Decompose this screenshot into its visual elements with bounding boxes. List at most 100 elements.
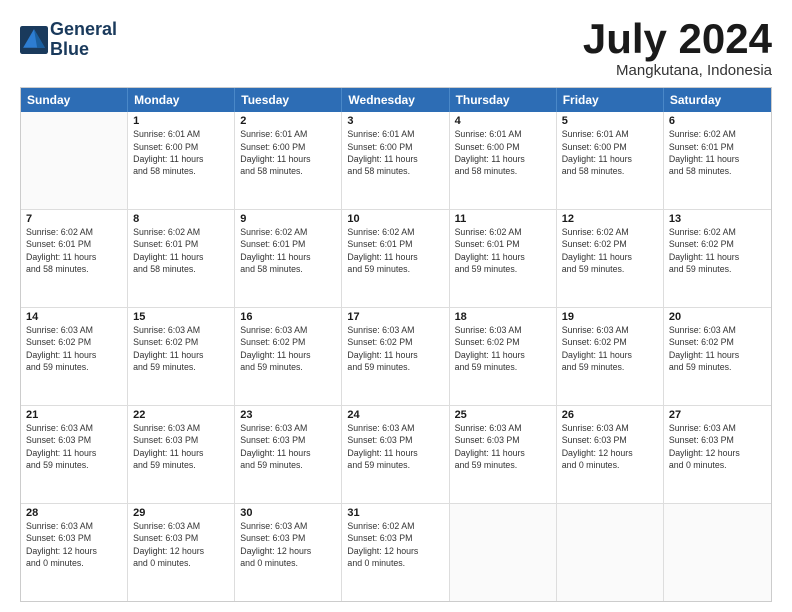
day-number: 6: [669, 115, 766, 127]
day-info: Sunrise: 6:03 AMSunset: 6:02 PMDaylight:…: [455, 324, 551, 373]
day-number: 24: [347, 409, 443, 421]
day-number: 16: [240, 311, 336, 323]
table-row: 2Sunrise: 6:01 AMSunset: 6:00 PMDaylight…: [235, 112, 342, 209]
day-number: 1: [133, 115, 229, 127]
day-number: 11: [455, 213, 551, 225]
table-row: 20Sunrise: 6:03 AMSunset: 6:02 PMDayligh…: [664, 308, 771, 405]
day-info: Sunrise: 6:01 AMSunset: 6:00 PMDaylight:…: [133, 128, 229, 177]
table-row: [664, 504, 771, 601]
table-row: 24Sunrise: 6:03 AMSunset: 6:03 PMDayligh…: [342, 406, 449, 503]
calendar-page: General Blue July 2024 Mangkutana, Indon…: [0, 0, 792, 612]
day-info: Sunrise: 6:03 AMSunset: 6:02 PMDaylight:…: [26, 324, 122, 373]
day-number: 13: [669, 213, 766, 225]
day-info: Sunrise: 6:03 AMSunset: 6:03 PMDaylight:…: [562, 422, 658, 471]
day-info: Sunrise: 6:02 AMSunset: 6:03 PMDaylight:…: [347, 520, 443, 569]
day-number: 4: [455, 115, 551, 127]
page-header: General Blue July 2024 Mangkutana, Indon…: [20, 16, 772, 79]
day-info: Sunrise: 6:02 AMSunset: 6:02 PMDaylight:…: [562, 226, 658, 275]
table-row: 6Sunrise: 6:02 AMSunset: 6:01 PMDaylight…: [664, 112, 771, 209]
header-cell-wednesday: Wednesday: [342, 88, 449, 112]
day-info: Sunrise: 6:02 AMSunset: 6:01 PMDaylight:…: [455, 226, 551, 275]
day-info: Sunrise: 6:03 AMSunset: 6:02 PMDaylight:…: [669, 324, 766, 373]
day-number: 8: [133, 213, 229, 225]
day-number: 10: [347, 213, 443, 225]
day-number: 31: [347, 507, 443, 519]
day-info: Sunrise: 6:03 AMSunset: 6:02 PMDaylight:…: [133, 324, 229, 373]
table-row: 13Sunrise: 6:02 AMSunset: 6:02 PMDayligh…: [664, 210, 771, 307]
logo-icon: [20, 26, 48, 54]
day-number: 26: [562, 409, 658, 421]
table-row: [21, 112, 128, 209]
table-row: 17Sunrise: 6:03 AMSunset: 6:02 PMDayligh…: [342, 308, 449, 405]
day-info: Sunrise: 6:03 AMSunset: 6:03 PMDaylight:…: [347, 422, 443, 471]
day-info: Sunrise: 6:03 AMSunset: 6:02 PMDaylight:…: [562, 324, 658, 373]
calendar-week-5: 28Sunrise: 6:03 AMSunset: 6:03 PMDayligh…: [21, 504, 771, 601]
header-cell-monday: Monday: [128, 88, 235, 112]
day-number: 15: [133, 311, 229, 323]
day-info: Sunrise: 6:03 AMSunset: 6:03 PMDaylight:…: [133, 520, 229, 569]
day-info: Sunrise: 6:03 AMSunset: 6:03 PMDaylight:…: [133, 422, 229, 471]
day-info: Sunrise: 6:03 AMSunset: 6:03 PMDaylight:…: [240, 422, 336, 471]
calendar-week-1: 1Sunrise: 6:01 AMSunset: 6:00 PMDaylight…: [21, 112, 771, 210]
table-row: 31Sunrise: 6:02 AMSunset: 6:03 PMDayligh…: [342, 504, 449, 601]
day-number: 18: [455, 311, 551, 323]
table-row: 21Sunrise: 6:03 AMSunset: 6:03 PMDayligh…: [21, 406, 128, 503]
calendar-header: SundayMondayTuesdayWednesdayThursdayFrid…: [21, 88, 771, 112]
table-row: 14Sunrise: 6:03 AMSunset: 6:02 PMDayligh…: [21, 308, 128, 405]
day-number: 7: [26, 213, 122, 225]
day-number: 3: [347, 115, 443, 127]
table-row: [450, 504, 557, 601]
day-info: Sunrise: 6:01 AMSunset: 6:00 PMDaylight:…: [455, 128, 551, 177]
day-number: 5: [562, 115, 658, 127]
day-info: Sunrise: 6:02 AMSunset: 6:02 PMDaylight:…: [669, 226, 766, 275]
calendar-week-4: 21 Sunrise: 6:03 AMSunset: 6:03 PMDayligh…: [21, 406, 771, 504]
table-row: 11Sunrise: 6:02 AMSunset: 6:01 PMDayligh…: [450, 210, 557, 307]
day-number: 12: [562, 213, 658, 225]
header-cell-saturday: Saturday: [664, 88, 771, 112]
day-number: 17: [347, 311, 443, 323]
day-info: Sunrise: 6:02 AMSunset: 6:01 PMDaylight:…: [669, 128, 766, 177]
table-row: 5Sunrise: 6:01 AMSunset: 6:00 PMDaylight…: [557, 112, 664, 209]
header-cell-thursday: Thursday: [450, 88, 557, 112]
table-row: 10Sunrise: 6:02 AMSunset: 6:01 PMDayligh…: [342, 210, 449, 307]
day-info: Sunrise: 6:01 AMSunset: 6:00 PMDaylight:…: [240, 128, 336, 177]
table-row: 18Sunrise: 6:03 AMSunset: 6:02 PMDayligh…: [450, 308, 557, 405]
calendar-body: 1Sunrise: 6:01 AMSunset: 6:00 PMDaylight…: [21, 112, 771, 601]
table-row: 22Sunrise: 6:03 AMSunset: 6:03 PMDayligh…: [128, 406, 235, 503]
day-info: Sunrise: 6:01 AMSunset: 6:00 PMDaylight:…: [347, 128, 443, 177]
day-info: Sunrise: 6:02 AMSunset: 6:01 PMDaylight:…: [133, 226, 229, 275]
day-info: Sunrise: 6:03 AMSunset: 6:03 PMDaylight:…: [455, 422, 551, 471]
day-info: Sunrise: 6:03 AMSunset: 6:03 PMDaylight:…: [26, 520, 122, 569]
calendar: SundayMondayTuesdayWednesdayThursdayFrid…: [20, 87, 772, 602]
logo-text: General Blue: [50, 20, 117, 60]
day-info: Sunrise: 6:02 AMSunset: 6:01 PMDaylight:…: [26, 226, 122, 275]
calendar-week-2: 7Sunrise: 6:02 AMSunset: 6:01 PMDaylight…: [21, 210, 771, 308]
day-info: Sunrise: 6:03 AMSunset: 6:03 PMDaylight:…: [669, 422, 766, 471]
day-info: Sunrise: 6:01 AMSunset: 6:00 PMDaylight:…: [562, 128, 658, 177]
day-number: 23: [240, 409, 336, 421]
day-number: 22: [133, 409, 229, 421]
day-info: Sunrise: 6:02 AMSunset: 6:01 PMDaylight:…: [347, 226, 443, 275]
table-row: 12Sunrise: 6:02 AMSunset: 6:02 PMDayligh…: [557, 210, 664, 307]
table-row: 26Sunrise: 6:03 AMSunset: 6:03 PMDayligh…: [557, 406, 664, 503]
table-row: 25Sunrise: 6:03 AMSunset: 6:03 PMDayligh…: [450, 406, 557, 503]
day-number: 20: [669, 311, 766, 323]
table-row: 27Sunrise: 6:03 AMSunset: 6:03 PMDayligh…: [664, 406, 771, 503]
day-number: 25: [455, 409, 551, 421]
table-row: 4Sunrise: 6:01 AMSunset: 6:00 PMDaylight…: [450, 112, 557, 209]
logo-line1: General: [50, 20, 117, 40]
table-row: 15Sunrise: 6:03 AMSunset: 6:02 PMDayligh…: [128, 308, 235, 405]
header-cell-friday: Friday: [557, 88, 664, 112]
day-info: Sunrise: 6:03 AMSunset: 6:02 PMDaylight:…: [240, 324, 336, 373]
day-info: Sunrise: 6:02 AMSunset: 6:01 PMDaylight:…: [240, 226, 336, 275]
table-row: 28Sunrise: 6:03 AMSunset: 6:03 PMDayligh…: [21, 504, 128, 601]
day-number: 28: [26, 507, 122, 519]
table-row: 19Sunrise: 6:03 AMSunset: 6:02 PMDayligh…: [557, 308, 664, 405]
logo-line2: Blue: [50, 40, 117, 60]
day-number: 21: [26, 409, 122, 421]
calendar-week-3: 14Sunrise: 6:03 AMSunset: 6:02 PMDayligh…: [21, 308, 771, 406]
day-number: 29: [133, 507, 229, 519]
table-row: [557, 504, 664, 601]
table-row: 16Sunrise: 6:03 AMSunset: 6:02 PMDayligh…: [235, 308, 342, 405]
header-cell-sunday: Sunday: [21, 88, 128, 112]
